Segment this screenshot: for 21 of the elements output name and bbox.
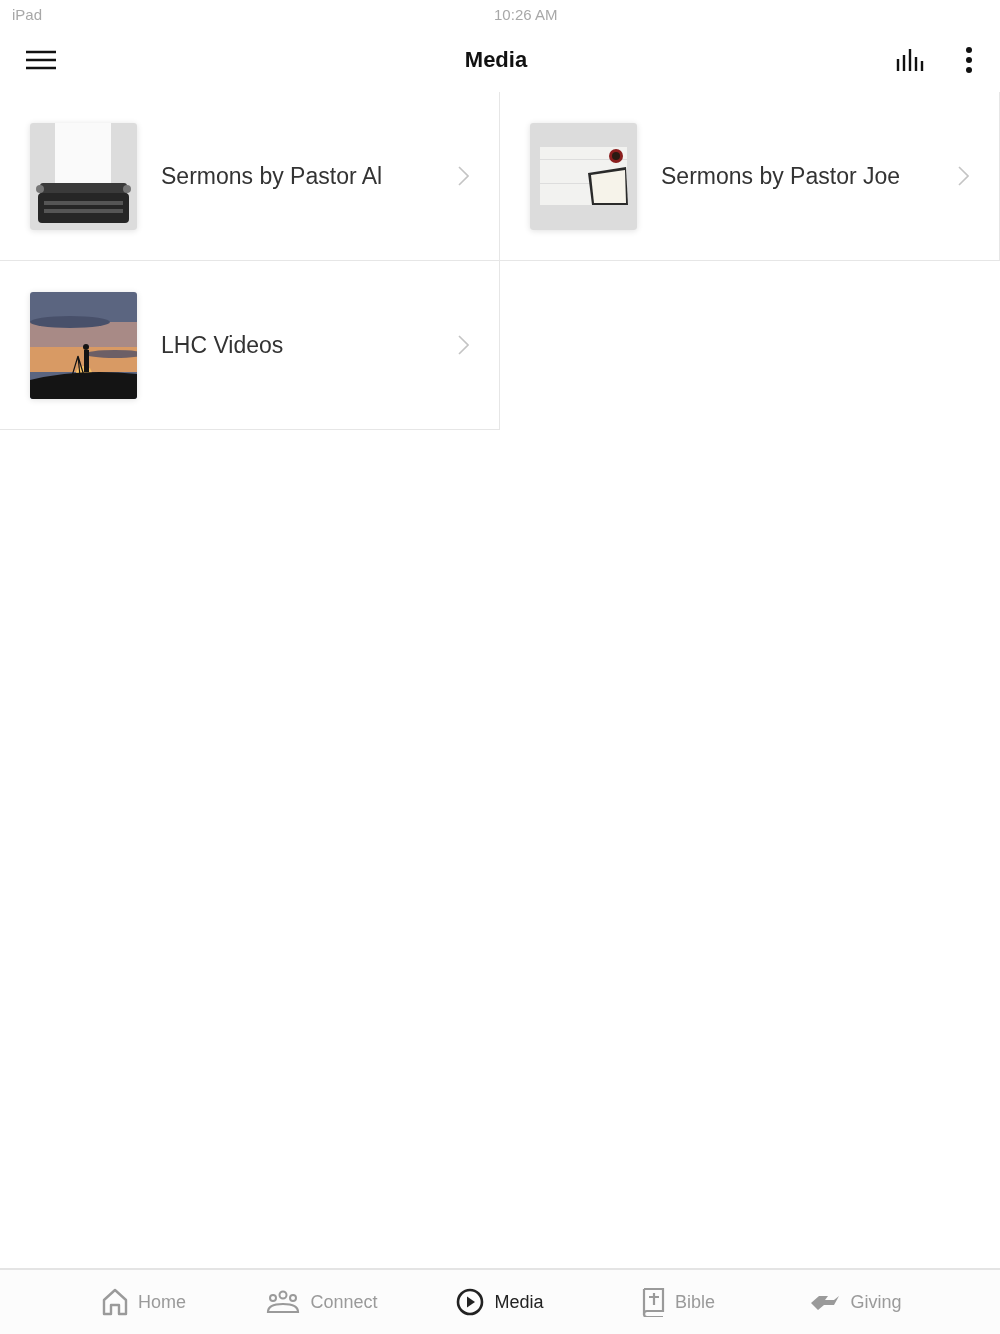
chevron-icon — [958, 166, 969, 186]
status-time: 10:26 AM — [494, 5, 558, 23]
people-icon — [266, 1290, 301, 1314]
home-icon — [102, 1288, 128, 1316]
book-icon — [641, 1287, 665, 1317]
chevron-icon — [458, 166, 469, 186]
page-title: Media — [463, 47, 529, 73]
media-title: Sermons by Pastor Al — [161, 162, 384, 190]
equalizer-icon[interactable] — [896, 49, 926, 71]
media-item[interactable]: LHC Videos — [0, 261, 500, 430]
media-title: Sermons by Pastor Joe — [661, 162, 902, 190]
menu-icon[interactable] — [26, 50, 56, 70]
hand-icon — [810, 1293, 841, 1311]
media-item[interactable]: Sermons by Pastor Joe — [500, 92, 1000, 261]
media-title: LHC Videos — [161, 331, 285, 359]
chevron-icon — [458, 335, 469, 355]
play-icon — [456, 1288, 485, 1316]
status-device: iPad — [12, 5, 43, 23]
media-item[interactable]: Sermons by Pastor Al — [0, 92, 500, 261]
more-icon[interactable] — [966, 47, 972, 73]
tab[interactable]: Media — [411, 1270, 589, 1334]
